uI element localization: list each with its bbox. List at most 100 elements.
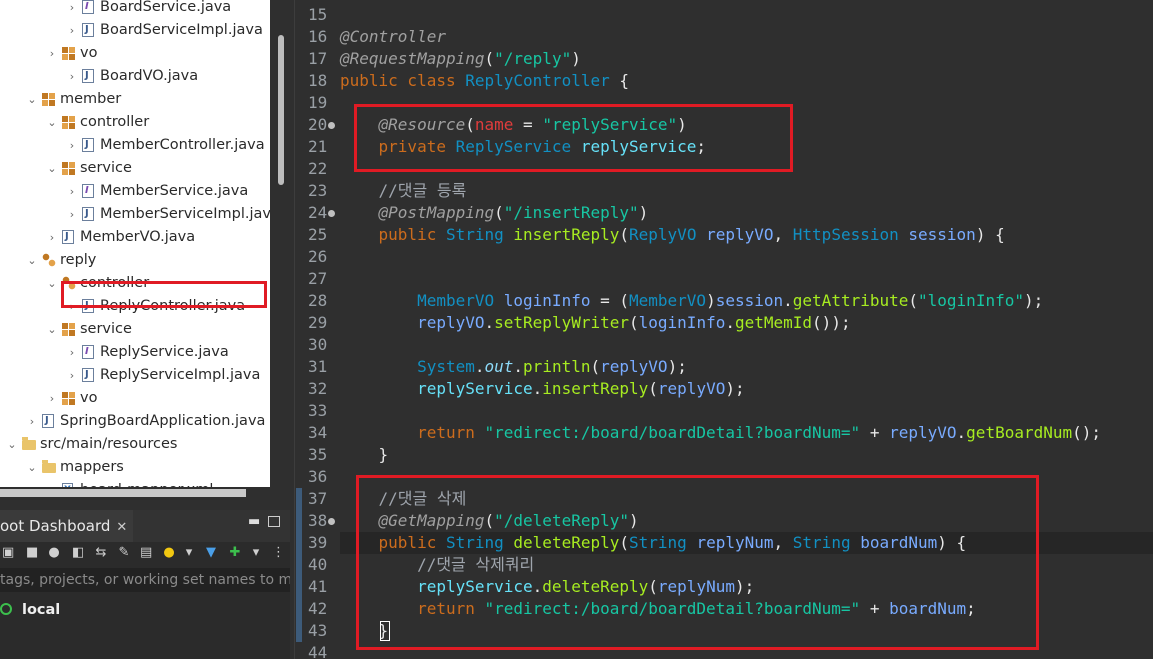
explorer-vertical-scrollbar[interactable] xyxy=(278,35,284,185)
tree-item[interactable]: › ReplyServiceImpl.java xyxy=(0,363,270,387)
tree-item[interactable]: › SpringBoardApplication.java xyxy=(0,409,270,433)
tree-item[interactable]: › MemberServiceImpl.java xyxy=(0,202,270,226)
chevron-icon[interactable]: › xyxy=(66,341,78,364)
tree-item[interactable]: › BoardService.java xyxy=(0,0,270,19)
interface-file-icon xyxy=(82,179,94,202)
chevron-icon[interactable]: › xyxy=(46,387,58,410)
chevron-down-icon[interactable]: ▾ xyxy=(250,546,262,559)
code-line[interactable]: 16 @Controller xyxy=(294,26,1153,48)
java-file-icon xyxy=(62,225,74,248)
line-number: 36 xyxy=(308,467,328,486)
boot-dashboard-panel: oot Dashboard ✕ ▬ ▣ ■ ● ◧ ⇆ ✎ ▤ ● ▾ ▼ ✚ ▾… xyxy=(0,510,290,659)
fold-icon[interactable] xyxy=(328,122,335,129)
minimize-icon[interactable]: ▬ xyxy=(248,514,260,529)
code-line[interactable]: 35 } xyxy=(294,444,1153,466)
chevron-icon[interactable]: ⌄ xyxy=(46,157,58,180)
tree-item[interactable]: › BoardVO.java xyxy=(0,64,270,88)
debug-icon[interactable]: ▣ xyxy=(2,546,14,559)
code-line[interactable]: 31 System.out.println(replyVO); xyxy=(294,356,1153,378)
code-editor[interactable]: 15 16 @Controller 17 @RequestMapping("/reply… xyxy=(294,0,1153,659)
filter-icon[interactable]: ▼ xyxy=(205,546,217,559)
line-number: 17 xyxy=(308,49,328,68)
code-line[interactable]: 27 xyxy=(294,268,1153,290)
dashboard-filter-input[interactable]: tags, projects, or working set names to … xyxy=(0,568,290,592)
chevron-icon[interactable]: › xyxy=(66,65,78,88)
code-line[interactable]: 26 xyxy=(294,246,1153,268)
chevron-icon[interactable]: ⌄ xyxy=(6,433,18,456)
code-line[interactable]: 17 @RequestMapping("/reply") xyxy=(294,48,1153,70)
tree-item[interactable]: board-mapper.xml xyxy=(0,479,270,487)
local-target[interactable]: local xyxy=(0,598,60,622)
chevron-icon[interactable]: ⌄ xyxy=(26,249,38,272)
fold-icon[interactable] xyxy=(328,518,335,525)
tree-item[interactable]: › MemberService.java xyxy=(0,179,270,203)
explorer-horizontal-scrollbar[interactable] xyxy=(0,489,246,497)
chevron-icon[interactable]: ⌄ xyxy=(46,272,58,295)
chevron-icon[interactable]: › xyxy=(66,19,78,42)
code-line[interactable]: 23 //댓글 등록 xyxy=(294,180,1153,202)
globe-icon[interactable]: ● xyxy=(48,546,60,559)
xml-file-icon xyxy=(62,479,73,487)
line-number: 21 xyxy=(308,137,328,156)
tree-item[interactable]: ⌄ reply xyxy=(0,249,270,272)
tree-item[interactable]: ⌄ service xyxy=(0,318,270,341)
chevron-icon[interactable]: › xyxy=(46,226,58,249)
maximize-icon[interactable] xyxy=(268,516,280,527)
tab-boot-dashboard[interactable]: oot Dashboard ✕ xyxy=(0,510,134,542)
code-line[interactable]: 30 xyxy=(294,334,1153,356)
pencil-icon[interactable]: ✎ xyxy=(118,546,130,559)
close-icon[interactable]: ✕ xyxy=(116,520,127,535)
line-number: 37 xyxy=(308,489,328,508)
tree-item[interactable]: ⌄ member xyxy=(0,88,270,111)
line-number: 42 xyxy=(308,599,328,618)
java-file-icon xyxy=(42,409,54,432)
tree-item[interactable]: › MemberController.java xyxy=(0,133,270,157)
chevron-icon[interactable]: ⌄ xyxy=(26,456,38,479)
chevron-icon[interactable]: ⌄ xyxy=(26,88,38,111)
tree-item[interactable]: ⌄ controller xyxy=(0,111,270,134)
line-number: 40 xyxy=(308,555,328,574)
line-number: 44 xyxy=(308,643,328,659)
lightbulb-icon[interactable]: ● xyxy=(163,546,175,559)
line-number: 15 xyxy=(308,5,328,24)
tree-item[interactable]: › vo xyxy=(0,387,270,410)
tree-item[interactable]: › vo xyxy=(0,42,270,65)
code-line[interactable]: 34 return "redirect:/board/boardDetail?b… xyxy=(294,422,1153,444)
code-text: public String insertReply(ReplyVO replyV… xyxy=(378,225,1005,244)
code-line[interactable]: 28 MemberVO loginInfo = (MemberVO)sessio… xyxy=(294,290,1153,312)
refresh-icon[interactable]: ⇆ xyxy=(95,546,107,559)
stop-icon[interactable]: ■ xyxy=(26,546,38,559)
code-line[interactable]: 33 xyxy=(294,400,1153,422)
code-line[interactable]: 15 xyxy=(294,4,1153,26)
chevron-icon[interactable]: › xyxy=(66,203,78,226)
code-line[interactable]: 25 public String insertReply(ReplyVO rep… xyxy=(294,224,1153,246)
code-line[interactable]: 32 replyService.insertReply(replyVO); xyxy=(294,378,1153,400)
tree-item[interactable]: › MemberVO.java xyxy=(0,225,270,249)
tree-item[interactable]: › ReplyService.java xyxy=(0,340,270,364)
tree-item[interactable]: ⌄ src/main/resources xyxy=(0,433,270,456)
code-line[interactable]: 29 replyVO.setReplyWriter(loginInfo.getM… xyxy=(294,312,1153,334)
fold-icon[interactable] xyxy=(328,210,335,217)
chevron-icon[interactable]: › xyxy=(26,410,38,433)
code-line[interactable]: 18 public class ReplyController { xyxy=(294,70,1153,92)
tree-item-label: MemberService.java xyxy=(100,183,249,199)
tree-item[interactable]: ⌄ service xyxy=(0,157,270,180)
add-icon[interactable]: ✚ xyxy=(229,546,241,559)
chevron-icon[interactable]: › xyxy=(46,42,58,65)
tree-item[interactable]: › BoardServiceImpl.java xyxy=(0,18,270,42)
console-icon[interactable]: ◧ xyxy=(72,546,84,559)
tree-item[interactable]: ⌄ mappers xyxy=(0,456,270,479)
properties-icon[interactable]: ▤ xyxy=(140,546,152,559)
chevron-icon[interactable]: › xyxy=(66,180,78,203)
local-label: local xyxy=(22,602,61,618)
chevron-down-icon[interactable]: ▾ xyxy=(183,546,195,559)
chevron-icon[interactable]: ⌄ xyxy=(46,111,58,134)
view-menu-icon[interactable]: ⋮ xyxy=(272,546,285,559)
package-icon xyxy=(42,93,55,106)
code-text: //댓글 등록 xyxy=(378,181,467,200)
chevron-icon[interactable]: › xyxy=(66,134,78,157)
code-line[interactable]: 24 @PostMapping("/insertReply") xyxy=(294,202,1153,224)
chevron-icon[interactable]: › xyxy=(66,364,78,387)
chevron-icon[interactable]: › xyxy=(66,0,78,19)
chevron-icon[interactable]: ⌄ xyxy=(46,318,58,341)
